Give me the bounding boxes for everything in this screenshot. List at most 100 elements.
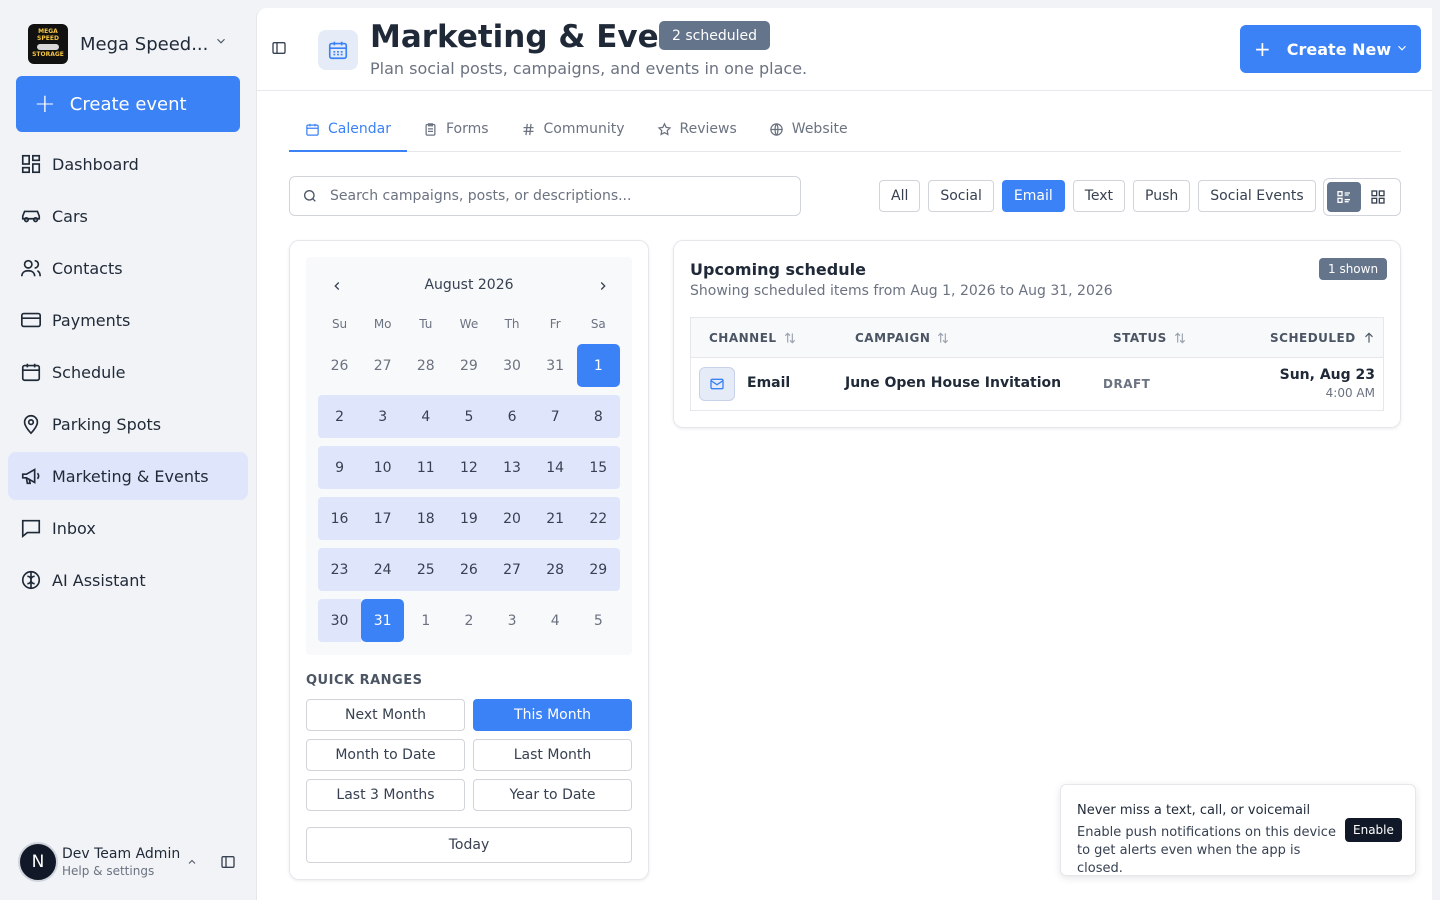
column-campaign[interactable]: CAMPAIGN [855, 331, 950, 345]
brand-switcher[interactable]: MEGA SPEED STORAGE Mega Speed... [28, 24, 225, 64]
calendar-day[interactable]: 15 [577, 446, 620, 489]
calendar-day[interactable]: 19 [447, 497, 490, 540]
calendar-day[interactable]: 17 [361, 497, 404, 540]
calendar-day[interactable]: 28 [534, 548, 577, 591]
tab-forms[interactable]: Forms [407, 108, 505, 150]
calendar-day[interactable]: 11 [404, 446, 447, 489]
quick-range-month-to-date[interactable]: Month to Date [306, 739, 465, 771]
calendar-day[interactable]: 10 [361, 446, 404, 489]
create-new-button[interactable]: + Create New [1240, 25, 1421, 73]
calendar-day[interactable]: 20 [491, 497, 534, 540]
enable-notifications-button[interactable]: Enable [1345, 818, 1402, 842]
sidebar-item-dashboard[interactable]: Dashboard [8, 140, 248, 188]
calendar-day[interactable]: 4 [404, 395, 447, 438]
list-view-button[interactable] [1327, 182, 1361, 212]
header-calendar-icon [318, 30, 358, 70]
calendar-day[interactable]: 22 [577, 497, 620, 540]
column-channel[interactable]: CHANNEL [709, 331, 797, 345]
sidebar-item-cars[interactable]: Cars [8, 192, 248, 240]
sidebar-item-inbox[interactable]: Inbox [8, 504, 248, 552]
tab-website[interactable]: Website [753, 108, 864, 150]
create-event-label: Create event [69, 93, 187, 115]
calendar-day[interactable]: 25 [404, 548, 447, 591]
filter-push[interactable]: Push [1133, 180, 1191, 212]
search-input[interactable]: Search campaigns, posts, or descriptions… [289, 176, 801, 216]
chevron-up-icon[interactable] [186, 856, 198, 868]
calendar-day[interactable]: 13 [491, 446, 534, 489]
filter-text[interactable]: Text [1072, 180, 1126, 212]
quick-range-year-to-date[interactable]: Year to Date [473, 779, 632, 811]
calendar-day[interactable]: 23 [318, 548, 361, 591]
quick-range-this-month[interactable]: This Month [473, 699, 632, 731]
calendar-day[interactable]: 28 [404, 344, 447, 387]
tab-label: Calendar [328, 121, 391, 137]
calendar-day[interactable]: 8 [577, 395, 620, 438]
weekday-label: Fr [549, 317, 561, 331]
quick-range-next-month[interactable]: Next Month [306, 699, 465, 731]
filter-social[interactable]: Social [928, 180, 994, 212]
sidebar-toggle-icon[interactable] [271, 40, 287, 56]
column-status[interactable]: STATUS [1113, 331, 1187, 345]
calendar-day[interactable]: 5 [447, 395, 490, 438]
calendar-day[interactable]: 18 [404, 497, 447, 540]
sidebar-item-marketing-events[interactable]: Marketing & Events [8, 452, 248, 500]
sidebar-item-label: Marketing & Events [52, 466, 209, 486]
tab-label: Reviews [679, 121, 737, 137]
panel-icon[interactable] [220, 854, 236, 870]
filter-social-events[interactable]: Social Events [1198, 180, 1316, 212]
calendar-day[interactable]: 4 [534, 599, 577, 642]
calendar-day[interactable]: 26 [318, 344, 361, 387]
calendar-day[interactable]: 3 [491, 599, 534, 642]
calendar-day[interactable]: 7 [534, 395, 577, 438]
sidebar-item-schedule[interactable]: Schedule [8, 348, 248, 396]
filter-email[interactable]: Email [1001, 180, 1065, 212]
sidebar-item-parking-spots[interactable]: Parking Spots [8, 400, 248, 448]
sidebar-item-payments[interactable]: Payments [8, 296, 248, 344]
grid-view-button[interactable] [1361, 182, 1395, 212]
calendar-day[interactable]: 30 [491, 344, 534, 387]
quick-range-last-month[interactable]: Last Month [473, 739, 632, 771]
calendar-day[interactable]: 12 [447, 446, 490, 489]
calendar-day[interactable]: 14 [534, 446, 577, 489]
message-icon [21, 519, 41, 538]
calendar-day[interactable]: 3 [361, 395, 404, 438]
calendar-day-range-end[interactable]: 31 [361, 599, 405, 642]
filter-all[interactable]: All [879, 180, 921, 212]
calendar-day[interactable]: 26 [447, 548, 490, 591]
scheduled-badge: 2 scheduled [659, 21, 770, 50]
weekday-label: Mo [373, 317, 392, 331]
calendar-day[interactable]: 5 [577, 599, 620, 642]
user-menu[interactable]: N Dev Team Admin Help & settings [18, 842, 235, 882]
calendar-day[interactable]: 1 [404, 599, 447, 642]
push-notification-toast: Never miss a text, call, or voicemail En… [1060, 784, 1416, 876]
quick-range-last-3-months[interactable]: Last 3 Months [306, 779, 465, 811]
calendar-day[interactable]: 27 [491, 548, 534, 591]
calendar-day[interactable]: 2 [318, 395, 361, 438]
tab-community[interactable]: Community [505, 108, 641, 150]
calendar-day[interactable]: 21 [534, 497, 577, 540]
calendar-day[interactable]: 24 [361, 548, 404, 591]
dashboard-icon [21, 154, 41, 174]
schedule-subtitle: Showing scheduled items from Aug 1, 2026… [690, 283, 1113, 299]
column-scheduled[interactable]: SCHEDULED [1270, 331, 1376, 345]
calendar-day[interactable]: 29 [577, 548, 620, 591]
calendar-day[interactable]: 6 [491, 395, 534, 438]
calendar-day[interactable]: 29 [447, 344, 490, 387]
tab-reviews[interactable]: Reviews [641, 108, 753, 150]
sidebar: MEGA SPEED STORAGE Mega Speed... + Creat… [0, 0, 256, 900]
calendar-day[interactable]: 16 [318, 497, 361, 540]
table-row[interactable]: Email June Open House Invitation DRAFT S… [691, 358, 1383, 410]
tab-calendar[interactable]: Calendar [289, 108, 407, 152]
calendar-day[interactable]: 2 [447, 599, 490, 642]
sidebar-item-label: Dashboard [52, 154, 139, 174]
calendar-day[interactable]: 31 [534, 344, 577, 387]
today-button[interactable]: Today [306, 827, 632, 863]
calendar-day[interactable]: 30 [318, 599, 362, 642]
calendar-day[interactable]: 27 [361, 344, 404, 387]
calendar-day-range-start[interactable]: 1 [576, 344, 620, 387]
sidebar-item-contacts[interactable]: Contacts [8, 244, 248, 292]
create-event-button[interactable]: + Create event [16, 76, 240, 132]
sidebar-item-ai-assistant[interactable]: AI Assistant [8, 556, 248, 604]
chevron-right-icon[interactable] [596, 279, 610, 293]
calendar-day[interactable]: 9 [318, 446, 361, 489]
